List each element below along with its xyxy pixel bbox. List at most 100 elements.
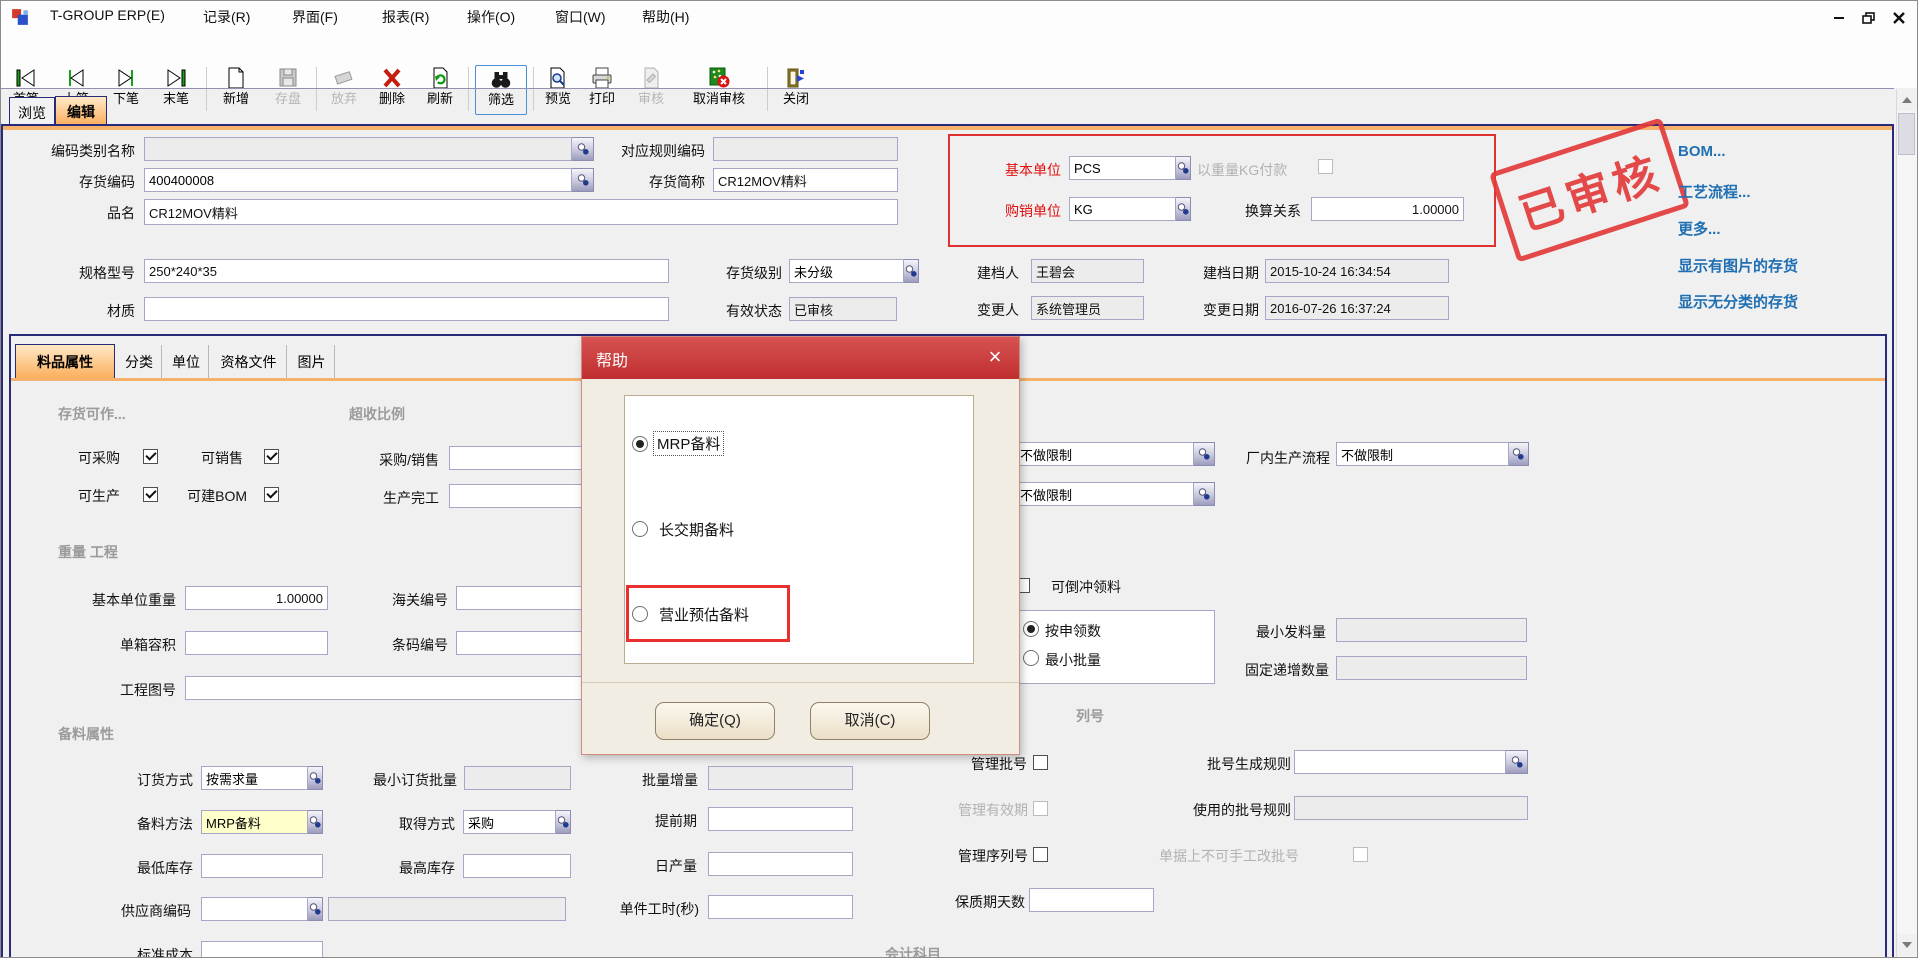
link-more[interactable]: 更多... <box>1678 218 1721 239</box>
backing-method-input[interactable] <box>201 810 308 834</box>
menu-action[interactable]: 操作(O) <box>467 7 515 27</box>
trade-unit-lookup-button[interactable] <box>1176 197 1191 221</box>
unit-hours-input[interactable] <box>708 895 853 919</box>
long-leadtime-backing-radio[interactable] <box>632 521 648 537</box>
min-batch-radio[interactable] <box>1023 650 1039 666</box>
max-stock-input[interactable] <box>463 854 571 878</box>
minimize-button[interactable] <box>1829 9 1849 27</box>
manage-batch-checkbox[interactable] <box>1033 755 1048 770</box>
toolbar-print-button[interactable]: 打印 <box>581 65 623 115</box>
spec-input[interactable] <box>144 259 669 283</box>
batch-rule-lookup-button[interactable] <box>1506 750 1528 774</box>
backing-method-lookup-button[interactable] <box>308 810 323 834</box>
toolbar-filter-button[interactable]: 筛选 <box>475 65 527 115</box>
menu-ui[interactable]: 界面(F) <box>292 7 338 27</box>
acquire-mode-input[interactable] <box>463 810 556 834</box>
toolbar-cancel-audit-button[interactable]: 取消审核 <box>677 65 761 115</box>
link-process-flow[interactable]: 工艺流程... <box>1678 181 1751 202</box>
tab-edit[interactable]: 编辑 <box>55 96 107 125</box>
tab-browse[interactable]: 浏览 <box>9 97 55 125</box>
item-code-lookup-button[interactable] <box>572 168 594 192</box>
shelf-days-input[interactable] <box>1029 888 1154 912</box>
link-show-unclassified[interactable]: 显示无分类的存货 <box>1678 291 1798 312</box>
toolbar-new-button[interactable]: 新增 <box>213 65 259 115</box>
acquire-mode-lookup-button[interactable] <box>556 810 571 834</box>
scroll-up-button[interactable] <box>1897 89 1916 111</box>
sellable-checkbox[interactable] <box>264 449 279 464</box>
bom-allowed-checkbox[interactable] <box>264 487 279 502</box>
tab-qualification-files[interactable]: 资格文件 <box>211 345 287 378</box>
batch-rule-label: 批号生成规则 <box>1181 754 1291 774</box>
limit2-input[interactable] <box>1015 482 1194 506</box>
scroll-down-button[interactable] <box>1897 934 1916 956</box>
long-leadtime-backing-label[interactable]: 长交期备料 <box>659 519 734 540</box>
order-mode-lookup-button[interactable] <box>308 766 323 790</box>
dialog-cancel-button[interactable]: 取消(C) <box>810 702 930 740</box>
toolbar-next-button[interactable]: 下笔 <box>103 65 149 115</box>
manage-serial-checkbox[interactable] <box>1033 847 1048 862</box>
min-stock-input[interactable] <box>201 854 323 878</box>
base-unit-lookup-button[interactable] <box>1176 156 1191 180</box>
menu-record[interactable]: 记录(R) <box>203 7 250 27</box>
limit1-input[interactable] <box>1015 442 1194 466</box>
tab-units[interactable]: 单位 <box>164 345 209 378</box>
link-show-with-images[interactable]: 显示有图片的存货 <box>1678 255 1798 276</box>
menu-help[interactable]: 帮助(H) <box>642 7 689 27</box>
item-level-lookup-button[interactable] <box>904 259 919 283</box>
item-code-input[interactable] <box>144 168 572 192</box>
order-mode-input[interactable] <box>201 766 308 790</box>
std-cost-input[interactable] <box>201 941 323 958</box>
item-abbr-input[interactable] <box>713 168 898 192</box>
purchase-sale-ratio-input[interactable] <box>449 446 584 470</box>
coding-class-input[interactable] <box>144 137 572 161</box>
rule-code-input[interactable] <box>713 137 898 161</box>
toolbar-delete-button[interactable]: 删除 <box>369 65 415 115</box>
daily-output-input[interactable] <box>708 852 853 876</box>
by-request-radio[interactable] <box>1023 621 1039 637</box>
help-dialog-close-button[interactable]: × <box>981 343 1009 371</box>
menu-window[interactable]: 窗口(W) <box>555 7 606 27</box>
close-window-button[interactable] <box>1889 9 1909 27</box>
purchasable-checkbox[interactable] <box>143 449 158 464</box>
restore-button[interactable] <box>1859 9 1879 27</box>
mrp-backing-radio[interactable] <box>632 436 648 452</box>
scrollbar-thumb[interactable] <box>1898 113 1915 155</box>
tab-classification[interactable]: 分类 <box>117 345 162 378</box>
mrp-backing-label[interactable]: MRP备料 <box>654 432 723 455</box>
coding-class-lookup-button[interactable] <box>572 137 594 161</box>
lead-time-input[interactable] <box>708 807 853 831</box>
base-unit-input[interactable] <box>1069 156 1176 180</box>
limit1-lookup-button[interactable] <box>1194 442 1215 466</box>
batch-rule-input[interactable] <box>1294 750 1506 774</box>
box-volume-input[interactable] <box>185 631 328 655</box>
tab-item-attributes[interactable]: 料品属性 <box>15 344 115 378</box>
menu-app[interactable]: T-GROUP ERP(E) <box>50 7 165 23</box>
base-unit-weight-input[interactable] <box>185 586 328 610</box>
customs-code-input[interactable] <box>456 586 583 610</box>
link-bom[interactable]: BOM... <box>1678 143 1726 160</box>
toolbar-preview-button[interactable]: 预览 <box>537 65 579 115</box>
help-dialog-titlebar[interactable]: 帮助 × <box>582 337 1019 379</box>
trade-unit-input[interactable] <box>1069 197 1176 221</box>
vertical-scrollbar[interactable] <box>1896 89 1917 958</box>
barcode-input[interactable] <box>456 631 583 655</box>
supplier-code-lookup-button[interactable] <box>308 897 323 921</box>
item-level-input[interactable] <box>789 259 904 283</box>
supplier-code-input[interactable] <box>201 897 308 921</box>
dialog-ok-button[interactable]: 确定(Q) <box>655 702 775 740</box>
tab-images[interactable]: 图片 <box>289 345 335 378</box>
producible-checkbox[interactable] <box>143 487 158 502</box>
factory-flow-input[interactable] <box>1336 442 1509 466</box>
menu-report[interactable]: 报表(R) <box>382 7 429 27</box>
prod-finish-ratio-input[interactable] <box>449 484 584 508</box>
toolbar-close-button[interactable]: 关闭 <box>773 65 819 115</box>
erp-window: T-GROUP ERP(E) 记录(R) 界面(F) 报表(R) 操作(O) 窗… <box>0 0 1918 958</box>
toolbar-last-button[interactable]: 末笔 <box>153 65 199 115</box>
drawing-no-input[interactable] <box>185 676 583 700</box>
limit2-lookup-button[interactable] <box>1194 482 1215 506</box>
item-name-input[interactable] <box>144 199 898 225</box>
conversion-input[interactable] <box>1311 197 1464 221</box>
material-input[interactable] <box>144 297 669 321</box>
factory-flow-lookup-button[interactable] <box>1509 442 1529 466</box>
toolbar-refresh-button[interactable]: 刷新 <box>417 65 463 115</box>
